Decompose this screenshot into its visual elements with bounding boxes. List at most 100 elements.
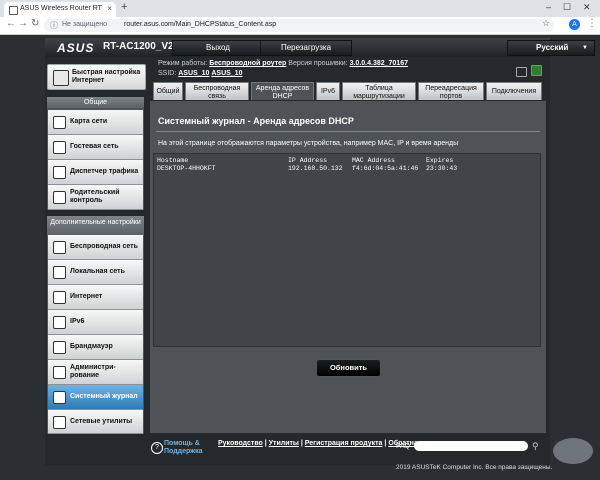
lan-icon (53, 266, 66, 279)
sidebar-item-label: Интернет (70, 293, 103, 300)
security-status: Не защищено (62, 21, 107, 28)
router-model: RT-AC1200_V2 (103, 41, 174, 52)
tab-ipv6[interactable]: IPv6 (316, 82, 340, 100)
title-divider (156, 131, 540, 132)
sidebar-item-wireless[interactable]: Беспроводная сеть (48, 235, 143, 260)
firmware-link[interactable]: 3.0.0.4.382_70167 (350, 60, 408, 67)
sidebar-item-internet[interactable]: Интернет (48, 285, 143, 310)
tab-connections[interactable]: Подключения (486, 82, 542, 100)
dhcp-lease-log[interactable]: Hostname IP Address MAC Address Expires … (153, 153, 541, 347)
sidebar-item-lan[interactable]: Локальная сеть (48, 260, 143, 285)
sidebar-item-label: Беспроводная сеть (70, 243, 138, 250)
wizard-icon (53, 70, 69, 86)
sidebar-item-firewall[interactable]: Брандмауэр (48, 335, 143, 360)
quick-setup-button[interactable]: Быстрая настройка Интернет (47, 64, 146, 90)
help-support-link[interactable]: Помощь & Поддержка (164, 440, 212, 456)
router-header: ASUS RT-AC1200_V2 Выход Перезагрузка Рус… (45, 38, 595, 57)
lease-hostname: DESKTOP-4HHOKFT (157, 165, 216, 172)
guest-network-icon (53, 141, 66, 154)
back-icon[interactable]: ← (6, 18, 16, 29)
url-text[interactable]: router.asus.com/Main_DHCPStatus_Content.… (124, 21, 276, 28)
browser-tab[interactable]: ASUS Wireless Router RT-AC120 × (4, 2, 116, 17)
usb-status-icon[interactable] (516, 67, 527, 77)
mode-label: Режим работы: (158, 60, 208, 67)
tab-dhcp-leases[interactable]: Аренда адресов DHCP (251, 82, 314, 100)
tab-routing-table[interactable]: Таблица маршрутизации (342, 82, 416, 100)
asus-logo: ASUS (57, 41, 95, 55)
ssid-link-2[interactable]: ASUS_10 (211, 70, 242, 77)
sidebar-item-network-map[interactable]: Карта сети (48, 110, 143, 135)
sidebar-item-network-tools[interactable]: Сетевые утилиты (48, 410, 143, 434)
info-icon[interactable]: ⓘ (50, 20, 58, 31)
operation-mode-line: Режим работы: Беспроводной роутер Версия… (158, 60, 408, 67)
mode-link[interactable]: Беспроводной роутер (209, 60, 286, 67)
network-tools-icon (53, 416, 66, 429)
utilities-link[interactable]: Утилиты (269, 440, 299, 447)
faq-search-input[interactable] (414, 441, 528, 451)
profile-avatar[interactable]: A (569, 19, 580, 30)
window-minimize-button[interactable]: – (546, 2, 551, 12)
tab-general[interactable]: Общий (153, 82, 183, 100)
sidebar-item-label: Сетевые утилиты (70, 418, 133, 425)
sidebar-item-label: Администри-рование (70, 364, 116, 379)
manual-link[interactable]: Руководство (218, 440, 263, 447)
browser-tab-strip: ASUS Wireless Router RT-AC120 × + – ☐ ✕ (0, 0, 600, 17)
reload-icon[interactable]: ↻ (31, 18, 39, 29)
watermark-logo (553, 438, 593, 464)
language-value: Русский (536, 43, 569, 52)
firmware-label: Версия прошивки: (288, 60, 348, 67)
reboot-button[interactable]: Перезагрузка (260, 40, 352, 56)
wireless-icon (53, 241, 66, 254)
internet-status-icon[interactable] (531, 65, 542, 76)
help-icon: ? (151, 442, 163, 454)
tab-port-forwarding[interactable]: Переадресация портов (418, 82, 484, 100)
system-log-icon (53, 391, 66, 404)
advanced-group-title: Дополнительные настройки (47, 216, 144, 236)
chevron-down-icon: ▼ (582, 45, 588, 51)
ssid-link-1[interactable]: ASUS_10 (178, 70, 209, 77)
browser-menu-icon[interactable]: ⋮ (587, 18, 597, 29)
administration-icon (53, 366, 66, 379)
sidebar-item-label: Диспетчер трафика (70, 168, 139, 175)
column-header-hostname: Hostname (157, 157, 189, 164)
network-map-icon (53, 116, 66, 129)
language-select[interactable]: Русский ▼ (507, 40, 595, 56)
tab-close-icon[interactable]: × (107, 4, 112, 13)
parental-control-icon (53, 191, 66, 204)
sidebar-item-label: Брандмауэр (70, 343, 113, 350)
sidebar-item-ipv6[interactable]: IPv6 (48, 310, 143, 335)
window-close-button[interactable]: ✕ (583, 2, 591, 13)
ssid-line: SSID: ASUS_10 ASUS_10 (158, 70, 242, 77)
sidebar-item-traffic-manager[interactable]: Диспетчер трафика (48, 160, 143, 185)
globe-icon (53, 291, 66, 304)
ssid-label: SSID: (158, 70, 177, 77)
lease-expires: 23:30:43 (426, 165, 458, 172)
sidebar-item-system-log[interactable]: Системный журнал (48, 385, 143, 410)
sidebar-item-label: Локальная сеть (70, 268, 125, 275)
quick-setup-label: Быстрая настройка Интернет (72, 69, 141, 84)
sidebar-item-label: IPv6 (70, 318, 85, 325)
router-favicon-icon (9, 6, 18, 15)
page-title: Системный журнал - Аренда адресов DHCP (158, 116, 354, 126)
column-header-ip: IP Address (288, 157, 328, 164)
bookmark-star-icon[interactable]: ☆ (542, 18, 550, 29)
tab-wireless[interactable]: Беспроводная связь (185, 82, 249, 100)
copyright: 2019 ASUSTeK Computer Inc. Все права защ… (396, 464, 553, 471)
address-bar[interactable]: ⓘ Не защищено router.asus.com/Main_DHCPS… (44, 19, 554, 32)
search-icon[interactable]: ⚲ (532, 441, 539, 452)
sidebar-item-parental-control[interactable]: Родительский контроль (48, 185, 143, 210)
logout-button[interactable]: Выход (172, 40, 264, 56)
sidebar-item-administration[interactable]: Администри-рование (48, 360, 143, 385)
browser-tab-title: ASUS Wireless Router RT-AC120 (20, 5, 102, 12)
page-description: На этой странице отображаются параметры … (158, 140, 459, 147)
firewall-icon (53, 341, 66, 354)
window-maximize-button[interactable]: ☐ (563, 2, 571, 13)
faq-label: FAQ (396, 443, 411, 450)
registration-link[interactable]: Регистрация продукта (305, 440, 383, 447)
ipv6-icon (53, 316, 66, 329)
refresh-button[interactable]: Обновить (316, 359, 381, 377)
new-tab-button[interactable]: + (121, 1, 127, 13)
sidebar-item-label: Карта сети (70, 118, 108, 125)
sidebar-item-guest-network[interactable]: Гостевая сеть (48, 135, 143, 160)
forward-icon[interactable]: → (18, 18, 28, 29)
